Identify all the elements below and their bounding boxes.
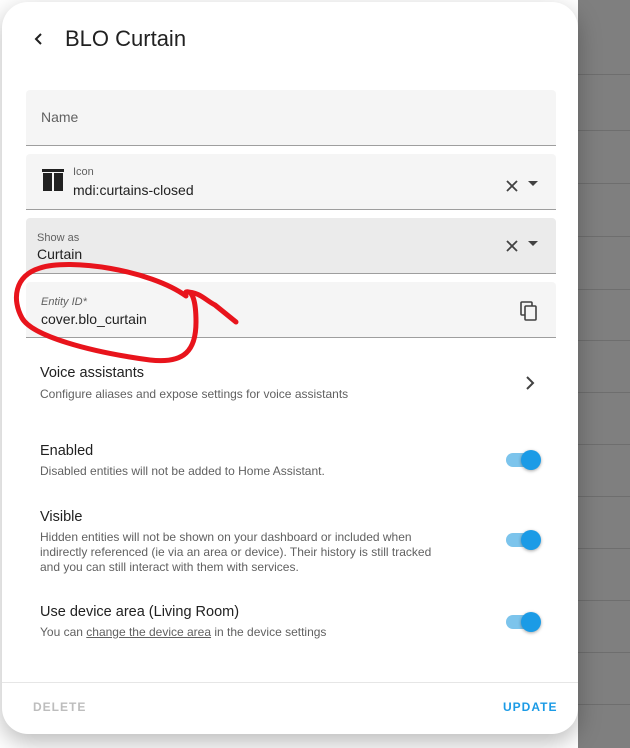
footer-divider [2, 682, 578, 683]
change-device-area-link[interactable]: change the device area [86, 625, 211, 639]
background-page-strip [578, 0, 630, 748]
visible-setting: Visible Hidden entities will not be show… [40, 509, 540, 575]
entity-id-label: Entity ID* [41, 296, 87, 308]
visible-description: Hidden entities will not be shown on you… [40, 530, 540, 575]
show-as-label: Show as [37, 232, 80, 244]
show-as-clear-button[interactable] [502, 236, 522, 256]
enabled-setting: Enabled Disabled entities will not be ad… [40, 443, 540, 479]
background-divider [578, 392, 630, 393]
chevron-left-icon [34, 33, 42, 45]
device-area-title: Use device area (Living Room) [40, 604, 240, 620]
dialog-header: BLO Curtain [2, 2, 578, 76]
voice-assistants-description: Configure aliases and expose settings fo… [40, 387, 349, 401]
dialog-title: BLO Curtain [65, 26, 187, 51]
menu-down-icon [528, 181, 538, 186]
device-area-setting: Use device area (Living Room) You can ch… [40, 604, 540, 640]
device-area-toggle[interactable] [504, 610, 542, 634]
name-field[interactable]: Name [26, 90, 556, 146]
entity-id-field[interactable]: Entity ID* cover.blo_curtain [26, 282, 556, 338]
visible-title: Visible [40, 509, 83, 525]
copy-entity-id-button[interactable] [518, 300, 540, 322]
update-button[interactable]: UPDATE [503, 700, 557, 714]
delete-button[interactable]: DELETE [33, 700, 86, 714]
device-area-desc-after: in the device settings [211, 625, 327, 639]
background-divider [578, 236, 630, 237]
content-copy-icon [520, 301, 537, 321]
background-divider [578, 600, 630, 601]
voice-assistants-title: Voice assistants [40, 365, 144, 381]
back-button[interactable] [24, 24, 54, 54]
icon-picker-field[interactable]: Icon mdi:curtains-closed [26, 154, 556, 210]
device-area-description: You can change the device area in the de… [40, 625, 540, 640]
background-divider [578, 74, 630, 75]
visible-description-line: and you can still interact with them wit… [40, 560, 299, 574]
icon-dropdown-button[interactable] [525, 176, 541, 192]
toggle-knob [521, 612, 541, 632]
background-divider [578, 496, 630, 497]
show-as-value: Curtain [37, 246, 83, 262]
icon-field-value: mdi:curtains-closed [73, 182, 194, 198]
name-placeholder: Name [41, 109, 79, 125]
icon-field-label: Icon [73, 166, 94, 178]
background-divider [578, 130, 630, 131]
icon-clear-button[interactable] [502, 176, 522, 196]
enabled-toggle[interactable] [504, 448, 542, 472]
close-icon [506, 240, 518, 252]
background-divider [578, 704, 630, 705]
entity-id-value: cover.blo_curtain [41, 311, 147, 327]
background-divider [578, 652, 630, 653]
menu-down-icon [528, 241, 538, 246]
background-divider [578, 548, 630, 549]
device-area-desc-before: You can [40, 625, 87, 639]
background-divider [578, 340, 630, 341]
voice-assistants-chevron[interactable] [522, 374, 538, 392]
curtains-closed-icon [42, 169, 64, 191]
toggle-knob [521, 450, 541, 470]
show-as-dropdown-button[interactable] [525, 236, 541, 252]
voice-assistants-text: Voice assistants Configure aliases and e… [40, 365, 540, 402]
entity-settings-dialog: BLO Curtain Name Icon mdi:curtains-close… [2, 2, 578, 734]
enabled-title: Enabled [40, 443, 94, 459]
visible-description-line: indirectly referenced (ie via an area or… [40, 545, 432, 559]
background-divider [578, 183, 630, 184]
chevron-right-icon [526, 376, 535, 390]
close-icon [506, 180, 518, 192]
toggle-knob [521, 530, 541, 550]
visible-description-line: Hidden entities will not be shown on you… [40, 530, 412, 544]
visible-toggle[interactable] [504, 528, 542, 552]
background-divider [578, 289, 630, 290]
show-as-select[interactable]: Show as Curtain [26, 218, 556, 274]
background-divider [578, 444, 630, 445]
enabled-description: Disabled entities will not be added to H… [40, 464, 325, 478]
